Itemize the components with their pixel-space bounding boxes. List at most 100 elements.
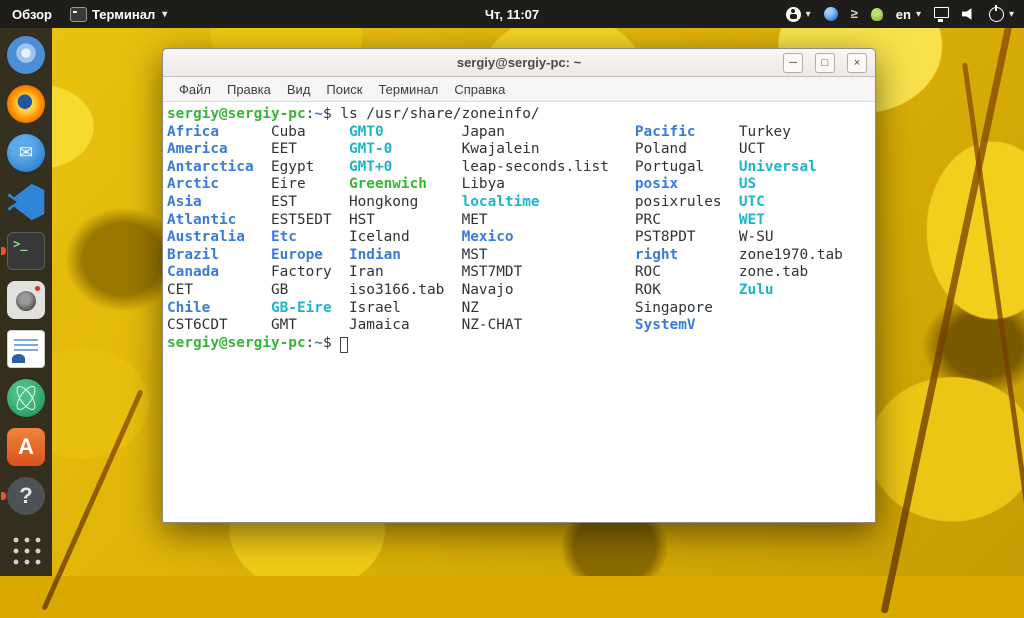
zoneinfo-entry: PST8PDT [634, 229, 696, 246]
zoneinfo-entry: Mexico [461, 229, 514, 246]
clock[interactable]: Чт, 11:07 [485, 7, 539, 22]
command-text: ls /usr/share/zoneinfo/ [340, 106, 540, 122]
zoneinfo-entry: America [167, 141, 228, 158]
zoneinfo-entry: posix [634, 176, 679, 193]
app-menu-label: Терминал [92, 6, 156, 22]
zoneinfo-entry: Indian [348, 246, 401, 263]
zoneinfo-entry: Hongkong [348, 193, 419, 210]
prompt-user: sergiy@sergiy-pc [167, 106, 306, 122]
zoneinfo-entry: Chile [167, 299, 211, 316]
keyboard-layout-indicator-tray-item[interactable]: en ▾ [896, 7, 921, 22]
system-tray: ▾ ≥ en ▾ ▾ [785, 4, 1024, 22]
zoneinfo-entry: W-SU [738, 229, 774, 246]
accessibility-tray-item[interactable]: ▾ [785, 6, 811, 22]
zoneinfo-entry: posixrules [634, 193, 722, 210]
dock-item-help[interactable] [1, 476, 46, 516]
zoneinfo-entry: UCT [738, 141, 765, 158]
help-icon [7, 477, 45, 515]
zoneinfo-entry: Antarctica [167, 158, 254, 175]
dock-item-terminal[interactable] [1, 231, 46, 271]
app-menu[interactable]: Терминал ▾ [70, 6, 168, 22]
zoneinfo-entry: Asia [167, 193, 202, 210]
terminal-icon [7, 232, 45, 270]
menubar: Файл Правка Вид Поиск Терминал Справка [163, 77, 875, 102]
dock-item-writer[interactable] [6, 329, 46, 369]
dock-item-letter-a-app[interactable] [6, 427, 46, 467]
zoneinfo-entry: localtime [461, 193, 540, 210]
zoneinfo-entry: Israel [348, 299, 401, 316]
network-tray-item[interactable] [933, 7, 949, 22]
menu-item-0[interactable]: Файл [171, 80, 219, 99]
menu-item-4[interactable]: Терминал [370, 80, 446, 99]
zoneinfo-entry: Poland [634, 141, 687, 158]
zoneinfo-entry: right [634, 246, 679, 263]
indicator-z-tray-item[interactable]: ≥ [851, 7, 858, 21]
zoneinfo-entry: Cuba [270, 123, 306, 140]
zoneinfo-entry: WET [738, 211, 765, 228]
titlebar[interactable]: sergiy@sergiy-pc: ~ ─ □ × [163, 49, 875, 77]
chevron-down-icon: ▾ [162, 8, 168, 20]
zoneinfo-entry: EST [270, 193, 297, 210]
zoneinfo-entry: NZ [461, 299, 479, 316]
prompt-user: sergiy@sergiy-pc [167, 334, 306, 351]
menu-item-5[interactable]: Справка [446, 80, 513, 99]
zoneinfo-entry: iso3166.tab [348, 281, 445, 298]
dock-item-firefox[interactable] [6, 84, 46, 124]
zoneinfo-entry: HST [348, 211, 375, 228]
zoneinfo-entry: Factory [270, 264, 332, 281]
zoneinfo-entry: Zulu [738, 281, 774, 298]
dock-item-thunderbird[interactable] [6, 133, 46, 173]
zoneinfo-entry: zone1970.tab [738, 246, 843, 263]
activities-button[interactable]: Обзор [12, 7, 52, 22]
zoneinfo-entry: zone.tab [738, 264, 809, 281]
accessibility-icon [785, 6, 801, 22]
zoneinfo-entry: Pacific [634, 123, 696, 140]
zoneinfo-entry: MST [461, 246, 488, 263]
zoneinfo-entry: ROC [634, 264, 661, 281]
indicator-plant-tray-item[interactable] [870, 7, 883, 21]
zoneinfo-entry: Atlantic [167, 211, 237, 228]
zoneinfo-entry: CET [167, 281, 193, 298]
minimize-button[interactable]: ─ [783, 53, 803, 73]
maximize-button[interactable]: □ [815, 53, 835, 73]
dock-item-vscode[interactable] [6, 182, 46, 222]
zoneinfo-entry: NZ-CHAT [461, 317, 523, 334]
zoneinfo-entry: Arctic [167, 176, 219, 193]
zoneinfo-entry: GB-Eire [270, 299, 332, 316]
terminal-output[interactable]: sergiy@sergiy-pc:~$ ls /usr/share/zonein… [163, 102, 875, 522]
indicator-plant-icon [870, 7, 883, 21]
zoneinfo-entry: MST7MDT [461, 264, 523, 281]
terminal-cursor [340, 336, 349, 353]
zoneinfo-entry: US [738, 176, 757, 193]
writer-icon [7, 330, 45, 368]
zoneinfo-entry: Jamaica [348, 317, 410, 334]
window-controls: ─ □ × [783, 53, 867, 73]
zoneinfo-entry: Turkey [738, 123, 791, 140]
zoneinfo-entry: EET [270, 141, 297, 158]
zoneinfo-entry: Brazil [167, 246, 219, 263]
zoneinfo-entry: Canada [167, 264, 219, 281]
top-bar: Обзор Терминал ▾ Чт, 11:07 ▾ ≥ en ▾ ▾ [0, 0, 1024, 28]
prompt-path: ~ [314, 334, 323, 351]
prompt-path: ~ [314, 106, 323, 122]
terminal-window: sergiy@sergiy-pc: ~ ─ □ × Файл Правка Вид П… [162, 48, 876, 523]
dock-item-chromium[interactable] [6, 35, 46, 75]
close-button[interactable]: × [847, 53, 867, 73]
zoneinfo-entry: PRC [634, 211, 661, 228]
top-bar-left: Обзор Терминал ▾ [0, 6, 168, 22]
letter-a-app-icon [7, 428, 45, 466]
indicator-blue-tray-item[interactable] [823, 7, 838, 21]
volume-tray-item[interactable] [961, 8, 976, 21]
running-indicator [1, 247, 6, 255]
zoneinfo-entry: EST5EDT [270, 211, 332, 228]
menu-item-1[interactable]: Правка [219, 80, 279, 99]
zoneinfo-entry: UTC [738, 193, 765, 210]
dock-item-show-apps[interactable] [6, 530, 46, 570]
dock-item-atom-app[interactable] [6, 378, 46, 418]
power-tray-item[interactable]: ▾ [988, 4, 1014, 22]
chromium-icon [7, 36, 45, 74]
menu-item-3[interactable]: Поиск [318, 80, 370, 99]
dock-item-camera-app[interactable] [6, 280, 46, 320]
chevron-down-icon: ▾ [915, 8, 921, 20]
menu-item-2[interactable]: Вид [279, 80, 319, 99]
